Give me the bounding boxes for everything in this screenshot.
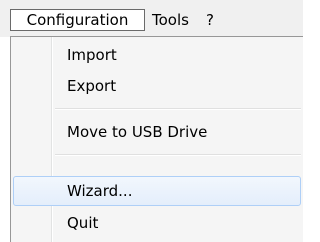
app-window: Configuration Tools ? Import Export Move…: [0, 0, 303, 242]
menu-separator: [55, 154, 301, 156]
menu-item-move-to-usb[interactable]: Move to USB Drive: [13, 117, 301, 147]
menu-item-quit-label: Quit: [67, 214, 99, 232]
configuration-dropdown: Import Export Move to USB Drive Wizard..…: [10, 36, 303, 242]
menu-tools[interactable]: Tools: [152, 9, 189, 31]
menu-item-quit[interactable]: Quit: [13, 208, 301, 238]
menu-item-export[interactable]: Export: [13, 71, 301, 101]
menu-item-wizard-label: Wizard...: [67, 182, 133, 200]
menu-item-wizard[interactable]: Wizard...: [13, 176, 301, 206]
menu-item-import-label: Import: [67, 46, 117, 64]
menu-item-import[interactable]: Import: [13, 40, 301, 70]
menu-item-move-to-usb-label: Move to USB Drive: [67, 123, 208, 141]
menu-separator: [55, 108, 301, 110]
menu-configuration[interactable]: Configuration: [10, 9, 145, 31]
menu-bar: Configuration Tools ?: [0, 0, 303, 37]
menu-help[interactable]: ?: [206, 9, 214, 31]
menu-item-export-label: Export: [67, 77, 117, 95]
